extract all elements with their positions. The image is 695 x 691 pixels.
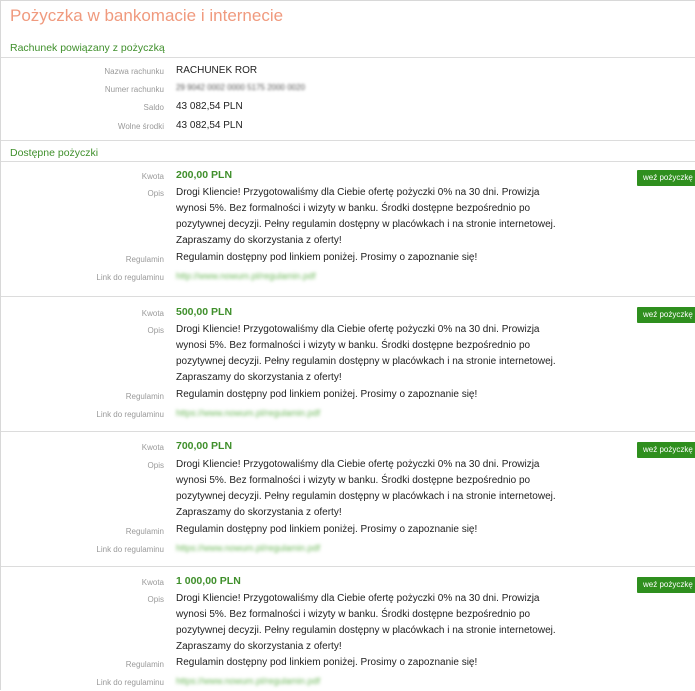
take-loan-button[interactable]: weź pożyczkę	[637, 170, 695, 186]
balance-value: 43 082,54 PLN	[176, 101, 243, 112]
loan-terms: Regulamin dostępny pod linkiem poniżej. …	[176, 657, 478, 668]
account-section-header: Rachunek powiązany z pożyczką	[10, 42, 165, 54]
terms-link[interactable]: https://www.nowum.pl/regulamin.pdf	[176, 676, 320, 686]
terms-label: Regulamin	[125, 255, 164, 264]
loan-offer-500: Kwota 500,00 PLN weź pożyczkę Opis Drogi…	[1, 297, 695, 432]
terms-link[interactable]: http://www.nowum.pl/regulamin.pdf	[176, 271, 316, 281]
loan-terms: Regulamin dostępny pod linkiem poniżej. …	[176, 252, 478, 263]
description-label: Opis	[147, 189, 164, 198]
take-loan-button[interactable]: weź pożyczkę	[637, 577, 695, 593]
terms-link-label: Link do regulaminu	[96, 410, 164, 419]
loan-terms: Regulamin dostępny pod linkiem poniżej. …	[176, 389, 478, 400]
terms-label: Regulamin	[125, 660, 164, 669]
loan-page: Pożyczka w bankomacie i internecie Rachu…	[0, 0, 695, 690]
loan-offer-200: Kwota 200,00 PLN weź pożyczkę Opis Drogi…	[1, 162, 695, 297]
loan-amount: 500,00 PLN	[176, 306, 233, 318]
account-number-value: 29 9042 0002 0000 5175 2000 0020	[176, 83, 306, 92]
terms-link[interactable]: https://www.nowum.pl/regulamin.pdf	[176, 408, 320, 418]
terms-label: Regulamin	[125, 527, 164, 536]
amount-label: Kwota	[141, 443, 164, 452]
loan-amount: 1 000,00 PLN	[176, 575, 241, 587]
amount-label: Kwota	[141, 172, 164, 181]
available-funds-label: Wolne środki	[117, 122, 164, 131]
loan-description: Drogi Kliencie! Przygotowaliśmy dla Cieb…	[176, 187, 556, 246]
loan-description: Drogi Kliencie! Przygotowaliśmy dla Cieb…	[176, 593, 556, 652]
terms-link-label: Link do regulaminu	[96, 678, 164, 687]
loan-amount: 200,00 PLN	[176, 169, 233, 181]
loan-terms: Regulamin dostępny pod linkiem poniżej. …	[176, 524, 478, 535]
terms-link-label: Link do regulaminu	[96, 273, 164, 282]
terms-link-label: Link do regulaminu	[96, 545, 164, 554]
account-name-value: RACHUNEK ROR	[176, 65, 258, 76]
description-label: Opis	[147, 595, 164, 604]
loan-offer-1000: Kwota 1 000,00 PLN weź pożyczkę Opis Dro…	[1, 567, 695, 691]
account-section-divider	[1, 57, 695, 58]
amount-label: Kwota	[141, 578, 164, 587]
take-loan-button[interactable]: weź pożyczkę	[637, 307, 695, 323]
terms-label: Regulamin	[125, 392, 164, 401]
account-name-label: Nazwa rachunku	[104, 67, 164, 76]
loans-section-header: Dostępne pożyczki	[10, 147, 99, 159]
account-section-end-divider	[1, 140, 695, 141]
loan-description: Drogi Kliencie! Przygotowaliśmy dla Cieb…	[176, 459, 556, 518]
loan-offer-700: Kwota 700,00 PLN weź pożyczkę Opis Drogi…	[1, 432, 695, 567]
take-loan-button[interactable]: weź pożyczkę	[637, 442, 695, 458]
amount-label: Kwota	[141, 309, 164, 318]
loan-amount: 700,00 PLN	[176, 440, 233, 452]
balance-label: Saldo	[143, 103, 164, 112]
page-title: Pożyczka w bankomacie i internecie	[10, 6, 284, 25]
account-number-label: Numer rachunku	[104, 85, 164, 94]
available-funds-value: 43 082,54 PLN	[176, 120, 243, 131]
description-label: Opis	[147, 461, 164, 470]
loan-description: Drogi Kliencie! Przygotowaliśmy dla Cieb…	[176, 324, 556, 383]
terms-link[interactable]: https://www.nowum.pl/regulamin.pdf	[176, 543, 320, 553]
description-label: Opis	[147, 326, 164, 335]
